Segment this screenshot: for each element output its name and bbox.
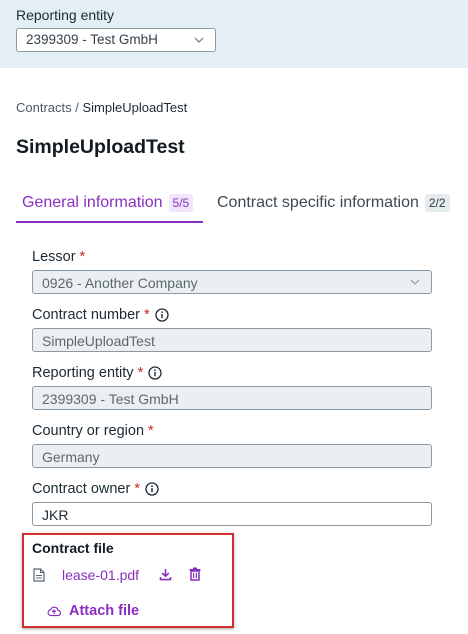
country-input[interactable]: Germany bbox=[32, 444, 432, 468]
tab-general-information-badge: 5/5 bbox=[168, 194, 194, 212]
required-marker: * bbox=[79, 249, 86, 265]
attach-file-button[interactable]: Attach file bbox=[47, 603, 139, 619]
contract-owner-label-text: Contract owner bbox=[32, 481, 131, 497]
tab-contract-specific-information[interactable]: Contract specific information 2/2 bbox=[217, 191, 459, 223]
contract-file-heading: Contract file bbox=[32, 540, 114, 556]
info-icon[interactable] bbox=[155, 308, 169, 322]
tab-general-information-label: General information bbox=[22, 194, 163, 211]
breadcrumb-separator: / bbox=[71, 100, 83, 115]
page-title: SimpleUploadTest bbox=[16, 136, 185, 158]
contract-owner-input[interactable]: JKR bbox=[32, 502, 432, 526]
lessor-label: Lessor * bbox=[32, 249, 85, 265]
chevron-down-icon bbox=[194, 37, 204, 43]
required-marker: * bbox=[137, 365, 144, 381]
trash-icon[interactable] bbox=[189, 567, 201, 581]
required-marker: * bbox=[144, 307, 150, 323]
document-icon bbox=[33, 568, 45, 582]
breadcrumb-contracts-link[interactable]: Contracts bbox=[16, 100, 72, 115]
reporting-entity-select-value: 2399309 - Test GmbH bbox=[26, 32, 158, 47]
reporting-entity-select[interactable]: 2399309 - Test GmbH bbox=[16, 28, 216, 52]
country-value: Germany bbox=[42, 449, 100, 465]
lessor-label-text: Lessor bbox=[32, 249, 76, 265]
tab-contract-specific-information-badge: 2/2 bbox=[424, 194, 450, 212]
reporting-entity-label: Reporting entity bbox=[16, 7, 115, 23]
contract-number-input[interactable]: SimpleUploadTest bbox=[32, 328, 432, 352]
contract-owner-value: JKR bbox=[42, 507, 69, 523]
reporting-entity-field-label-text: Reporting entity bbox=[32, 365, 134, 381]
tab-general-information[interactable]: General information 5/5 bbox=[16, 191, 203, 223]
tab-contract-specific-information-label: Contract specific information bbox=[217, 194, 419, 211]
breadcrumb-current: SimpleUploadTest bbox=[82, 100, 188, 115]
attach-file-label: Attach file bbox=[69, 603, 140, 619]
country-label: Country or region * bbox=[32, 423, 154, 439]
contract-file-link[interactable]: lease-01.pdf bbox=[62, 567, 139, 583]
reporting-entity-header: Reporting entity 2399309 - Test GmbH bbox=[0, 0, 468, 68]
lessor-value: 0926 - Another Company bbox=[42, 275, 198, 291]
contract-number-label: Contract number * bbox=[32, 307, 169, 323]
cloud-upload-icon bbox=[47, 606, 61, 617]
contract-owner-label: Contract owner * bbox=[32, 481, 159, 497]
breadcrumb: Contracts / SimpleUploadTest bbox=[16, 100, 187, 115]
contract-number-value: SimpleUploadTest bbox=[42, 333, 155, 349]
required-marker: * bbox=[134, 481, 140, 497]
info-icon[interactable] bbox=[148, 366, 162, 380]
lessor-select[interactable]: 0926 - Another Company bbox=[32, 270, 432, 294]
contract-number-label-text: Contract number bbox=[32, 307, 140, 323]
reporting-entity-field-label: Reporting entity * bbox=[32, 365, 162, 381]
required-marker: * bbox=[148, 423, 154, 439]
reporting-entity-input[interactable]: 2399309 - Test GmbH bbox=[32, 386, 432, 410]
country-label-text: Country or region bbox=[32, 423, 145, 439]
chevron-down-icon bbox=[410, 279, 420, 285]
reporting-entity-value: 2399309 - Test GmbH bbox=[42, 391, 179, 407]
info-icon[interactable] bbox=[145, 482, 159, 496]
download-icon[interactable] bbox=[159, 568, 172, 581]
